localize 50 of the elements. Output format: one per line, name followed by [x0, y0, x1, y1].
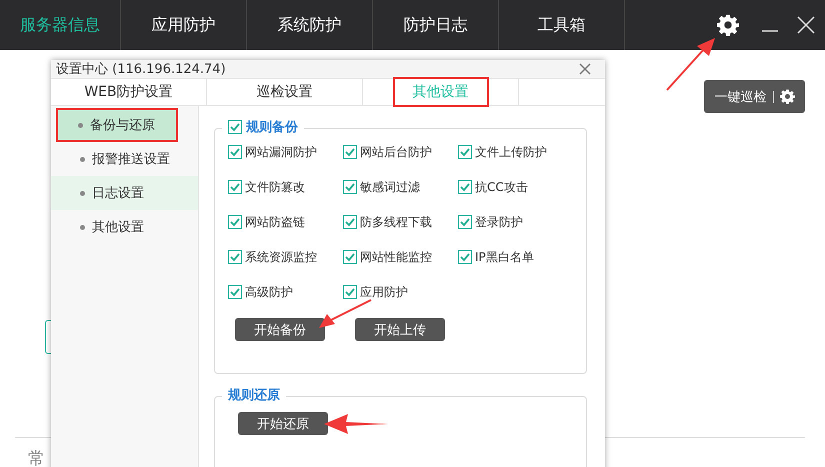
sidebar-item[interactable]: 日志设置 [51, 176, 198, 210]
settings-tab[interactable]: WEB防护设置 [64, 77, 193, 107]
checkbox-label: 应用防护 [360, 284, 408, 300]
checkbox[interactable] [458, 250, 472, 264]
checkbox[interactable] [343, 215, 357, 229]
checkbox[interactable] [343, 180, 357, 194]
patrol-button[interactable]: 一键巡检 [704, 80, 805, 113]
nav-tab[interactable]: 系统防护 [247, 0, 373, 50]
gear-icon[interactable] [780, 89, 794, 104]
checkbox[interactable] [228, 180, 242, 194]
checkbox[interactable] [228, 120, 242, 134]
settings-icon[interactable] [717, 14, 739, 36]
sidebar-item[interactable]: 报警推送设置 [51, 142, 198, 176]
checkbox[interactable] [228, 285, 242, 299]
checkbox-label: 网站防盗链 [245, 214, 305, 230]
checkbox-label: IP黑白名单 [475, 248, 534, 266]
checkbox-label: 抗CC攻击 [475, 178, 528, 196]
nav-tab[interactable]: 工具箱 [499, 0, 625, 50]
checkbox[interactable] [458, 215, 472, 229]
checkbox-label: 网站后台防护 [360, 144, 432, 160]
settings-tab[interactable]: 巡检设置 [236, 77, 332, 107]
action-button[interactable]: 开始还原 [238, 412, 328, 435]
checkbox[interactable] [343, 285, 357, 299]
group-title: 规则还原 [228, 387, 280, 404]
sidebar-item[interactable]: 备份与还原 [56, 108, 178, 142]
section-label: 常 [28, 448, 45, 467]
checkbox[interactable] [228, 145, 242, 159]
checkbox-label: 敏感词过滤 [360, 178, 420, 196]
checkbox[interactable] [458, 145, 472, 159]
nav-tab[interactable]: 防护日志 [373, 0, 499, 50]
checkbox[interactable] [458, 180, 472, 194]
nav-tab[interactable]: 应用防护 [121, 0, 247, 50]
checkbox-label: 网站性能监控 [360, 248, 432, 266]
sidebar-item[interactable]: 其他设置 [51, 210, 198, 244]
checkbox-label: 文件防篡改 [245, 178, 305, 196]
nav-tab[interactable]: 服务器信息 [0, 0, 121, 50]
checkbox-label: 文件上传防护 [475, 144, 547, 160]
checkbox[interactable] [343, 145, 357, 159]
checkbox-label: 登录防护 [475, 214, 523, 230]
checkbox-label: 系统资源监控 [245, 248, 317, 266]
checkbox[interactable] [228, 250, 242, 264]
action-button[interactable]: 开始上传 [355, 318, 445, 341]
checkbox-label: 防多线程下载 [360, 214, 432, 230]
checkbox[interactable] [228, 215, 242, 229]
checkbox-label: 高级防护 [245, 284, 293, 300]
checkbox[interactable] [343, 250, 357, 264]
dialog-title: 设置中心 (116.196.124.74) [56, 61, 226, 78]
group-title: 规则备份 [246, 119, 298, 136]
action-button[interactable]: 开始备份 [235, 318, 325, 341]
checkbox-label: 网站漏洞防护 [245, 144, 317, 160]
